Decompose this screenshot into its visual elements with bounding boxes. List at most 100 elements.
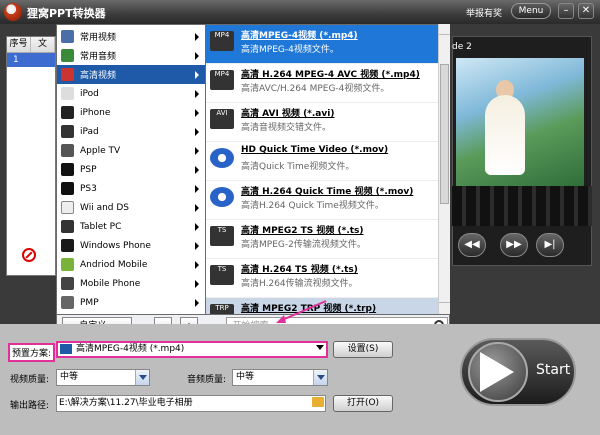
app-title: 狸窝PPT转换器: [27, 7, 106, 20]
preset-select[interactable]: 高清MPEG-4视频 (*.mp4): [56, 341, 328, 358]
wii-icon: [61, 201, 74, 214]
format-desc: 高清MPEG-2传输流视频文件。: [241, 240, 366, 250]
category-item[interactable]: iPhone: [57, 103, 205, 122]
submenu-arrow-icon: [195, 127, 199, 136]
play-arrow-icon: [480, 352, 514, 392]
preset-label: 预置方案:: [8, 343, 56, 362]
format-desc: 高清H.264传输流视频文件。: [241, 279, 358, 289]
format-title: 高清 AVI 视频 (*.avi): [241, 109, 335, 119]
next-slide-button[interactable]: ▶|: [536, 233, 564, 257]
category-item[interactable]: 常用音频: [57, 46, 205, 65]
close-button[interactable]: ✕: [578, 3, 594, 19]
format-list-scrollbar[interactable]: [438, 24, 450, 314]
category-item[interactable]: iPad: [57, 122, 205, 141]
submenu-arrow-icon: [195, 184, 199, 193]
report-link[interactable]: 举报有奖: [466, 6, 502, 19]
video-quality-label: 视频质量:: [10, 375, 50, 385]
format-desc: 高清H.264 Quick Time视频文件。: [241, 201, 384, 211]
category-label: Windows Phone: [80, 240, 151, 251]
remove-icon[interactable]: [22, 248, 36, 262]
preview-image-figure: [485, 95, 525, 175]
format-list[interactable]: MP4 高清MPEG-4视频 (*.mp4) 高清MPEG-4视频文件。 MP4 高清…: [206, 24, 438, 318]
column-name[interactable]: 文: [31, 37, 55, 52]
category-item[interactable]: 常用视频: [57, 27, 205, 46]
format-item[interactable]: AVI 高清 AVI 视频 (*.avi) 高清音视频交错文件。: [206, 103, 438, 142]
appletv-icon: [61, 144, 74, 157]
category-item[interactable]: Apple TV: [57, 141, 205, 160]
category-item[interactable]: iPod: [57, 84, 205, 103]
format-title: 高清 H.264 MPEG-4 AVC 视频 (*.mp4): [241, 70, 420, 80]
iphone-icon: [61, 106, 74, 119]
category-item[interactable]: Andriod Mobile: [57, 255, 205, 274]
folder-icon[interactable]: [312, 397, 324, 407]
category-item[interactable]: Windows Phone: [57, 236, 205, 255]
format-item[interactable]: MP4 高清 H.264 MPEG-4 AVC 视频 (*.mp4) 高清AVC/H…: [206, 64, 438, 103]
output-path-field[interactable]: E:\解决方案\11.27\毕业电子相册: [56, 395, 326, 412]
ipad-icon: [61, 125, 74, 138]
open-button[interactable]: 打开(O): [333, 395, 393, 412]
submenu-arrow-icon: [195, 108, 199, 117]
file-list[interactable]: 序号 文 1: [6, 36, 56, 276]
submenu-arrow-icon: [195, 298, 199, 307]
audio-quality-label: 音频质量:: [187, 375, 227, 385]
film-icon: [61, 30, 74, 43]
minimize-button[interactable]: –: [558, 3, 574, 19]
psp-icon: [61, 163, 74, 176]
format-item[interactable]: TS 高清 MPEG2 TS 视频 (*.ts) 高清MPEG-2传输流视频文件。: [206, 220, 438, 259]
category-label: PMP: [80, 297, 99, 308]
format-title: HD Quick Time Video (*.mov): [241, 145, 389, 155]
preset-value: 高清MPEG-4视频 (*.mp4): [76, 344, 185, 354]
hd-icon: [60, 344, 72, 354]
preview-slide-label: de 2: [452, 42, 472, 52]
chevron-down-icon[interactable]: [135, 370, 149, 385]
avi-icon: AVI: [210, 109, 234, 129]
mp4-icon: MP4: [210, 70, 234, 90]
scroll-down-icon[interactable]: [439, 302, 450, 313]
format-item[interactable]: TS 高清 H.264 TS 视频 (*.ts) 高清H.264传输流视频文件。: [206, 259, 438, 298]
format-item[interactable]: HD Quick Time Video (*.mov) 高清Quick Time视…: [206, 142, 438, 181]
start-label[interactable]: Start: [536, 362, 570, 378]
mp4-icon: MP4: [210, 31, 234, 51]
file-list-row[interactable]: 1: [7, 53, 55, 67]
category-item-selected[interactable]: 高清视频: [57, 65, 205, 84]
rewind-button[interactable]: ◀◀: [458, 233, 486, 257]
tablet-icon: [61, 220, 74, 233]
category-label: Wii and DS: [80, 202, 129, 213]
category-label: Tablet PC: [80, 221, 122, 232]
video-quality-select[interactable]: 中等: [56, 369, 150, 386]
format-item[interactable]: 高清 H.264 Quick Time 视频 (*.mov) 高清H.264 Qu…: [206, 181, 438, 220]
category-item[interactable]: Wii and DS: [57, 198, 205, 217]
format-title: 高清 H.264 TS 视频 (*.ts): [241, 265, 358, 275]
submenu-arrow-icon: [195, 89, 199, 98]
ps3-icon: [61, 182, 74, 195]
menu-button[interactable]: Menu: [511, 3, 551, 19]
category-label: 高清视频: [80, 71, 117, 81]
video-quality-value: 中等: [60, 372, 79, 382]
category-menu[interactable]: 常用视频 常用音频 高清视频 iPod iPhone iPad Apple TV…: [56, 24, 206, 320]
output-path-label: 输出路径:: [10, 401, 50, 411]
submenu-arrow-icon: [195, 146, 199, 155]
settings-button[interactable]: 设置(S): [333, 341, 393, 358]
category-item[interactable]: PSP: [57, 160, 205, 179]
remove-label[interactable]: 移: [44, 249, 54, 264]
audio-quality-select[interactable]: 中等: [232, 369, 328, 386]
category-item[interactable]: Mobile Phone: [57, 274, 205, 293]
category-item[interactable]: PMP: [57, 293, 205, 312]
submenu-arrow-icon: [195, 165, 199, 174]
film-strip: [452, 186, 592, 226]
ipod-icon: [61, 87, 74, 100]
submenu-arrow-icon: [195, 241, 199, 250]
category-item[interactable]: Tablet PC: [57, 217, 205, 236]
scroll-up-icon[interactable]: [439, 24, 450, 35]
format-desc: 高清音视频交错文件。: [241, 123, 332, 133]
format-title: 高清 H.264 Quick Time 视频 (*.mov): [241, 187, 414, 197]
chevron-down-icon[interactable]: [313, 370, 327, 385]
scroll-thumb[interactable]: [440, 64, 449, 204]
format-item-selected[interactable]: MP4 高清MPEG-4视频 (*.mp4) 高清MPEG-4视频文件。: [206, 25, 438, 64]
audio-quality-value: 中等: [236, 372, 255, 382]
category-label: Apple TV: [80, 145, 121, 156]
column-index[interactable]: 序号: [7, 37, 31, 52]
fast-forward-button[interactable]: ▶▶: [500, 233, 528, 257]
category-item[interactable]: PS3: [57, 179, 205, 198]
category-label: iPod: [80, 88, 99, 99]
